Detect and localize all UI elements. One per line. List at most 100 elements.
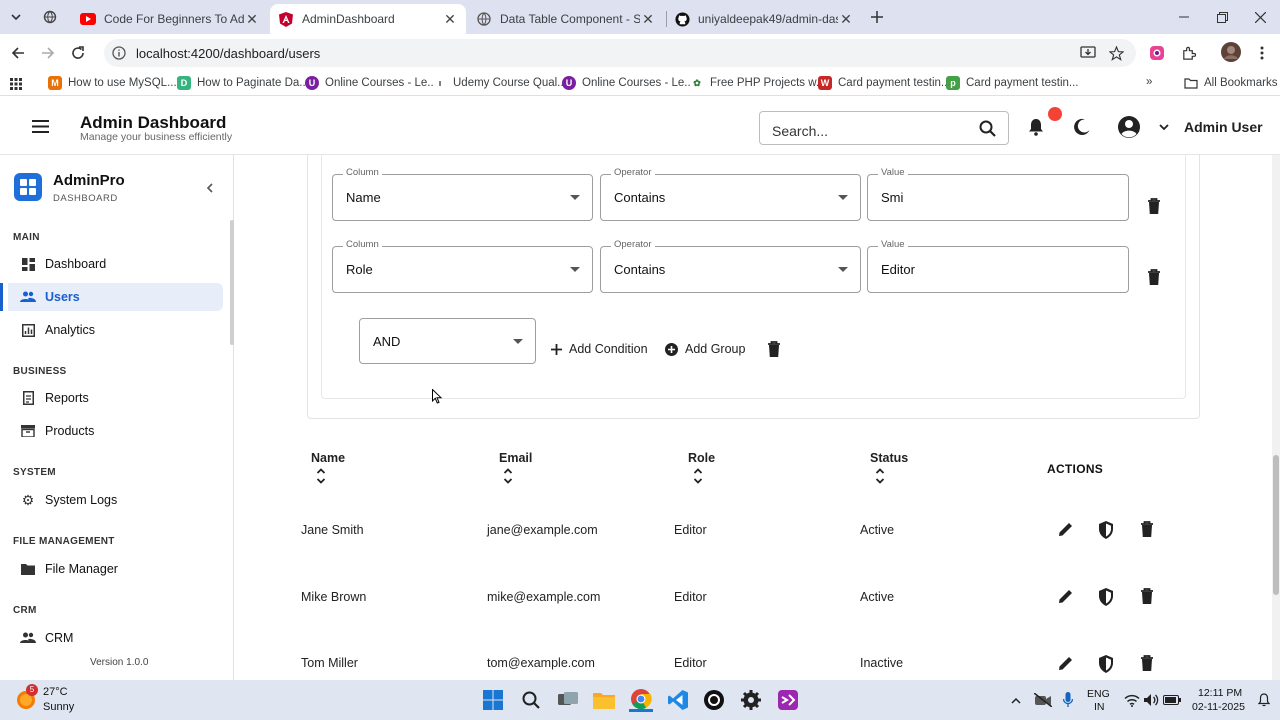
sidebar-item-dashboard[interactable]: Dashboard [8, 250, 223, 278]
chrome-icon[interactable] [629, 688, 653, 712]
install-app-icon[interactable] [1078, 43, 1098, 63]
restore-button[interactable] [1212, 7, 1232, 27]
apps-grid-icon[interactable] [6, 74, 26, 94]
sidebar-item-reports[interactable]: Reports [8, 384, 223, 412]
menu-hamburger-icon[interactable] [30, 116, 50, 136]
column-header-role[interactable]: Role [688, 451, 715, 465]
sort-icon[interactable] [503, 468, 513, 484]
operator-select[interactable]: Operator Contains [600, 167, 861, 221]
windows-start-icon[interactable] [481, 688, 505, 712]
shield-icon[interactable] [1098, 655, 1116, 673]
chevron-up-icon[interactable] [1004, 688, 1028, 712]
sidebar-item-system-logs[interactable]: ⚙ System Logs [8, 486, 223, 514]
close-icon[interactable]: ✕ [442, 11, 458, 27]
vscode-icon[interactable] [666, 688, 690, 712]
bookmark-item[interactable]: W Card payment testin... [818, 76, 951, 90]
add-condition-button[interactable]: Add Condition [551, 342, 648, 356]
clock-time[interactable]: 12:11 PM [1198, 687, 1242, 699]
close-icon[interactable]: ✕ [244, 11, 260, 27]
language-region[interactable]: IN [1094, 701, 1105, 713]
site-info-icon[interactable] [112, 46, 126, 60]
search-icon[interactable] [979, 120, 996, 137]
more-menu-icon[interactable] [1252, 43, 1272, 63]
collapse-sidebar-icon[interactable] [206, 183, 214, 193]
bookmark-item[interactable]: ✿ Free PHP Projects w... [690, 76, 825, 90]
sidebar-item-products[interactable]: Products [8, 417, 223, 445]
edit-pencil-icon[interactable] [1058, 588, 1076, 606]
meet-now-muted-icon[interactable] [1031, 688, 1055, 712]
delete-group-icon[interactable] [767, 341, 783, 359]
all-bookmarks[interactable]: All Bookmarks [1184, 76, 1278, 90]
sidebar-item-analytics[interactable]: Analytics [8, 316, 223, 344]
main-scrollbar[interactable] [1272, 155, 1280, 680]
sidebar-item-crm[interactable]: CRM [8, 624, 223, 652]
tab-youtube[interactable]: Code For Beginners To Advance ✕ [72, 4, 268, 34]
column-header-name[interactable]: Name [311, 451, 345, 465]
delete-condition-icon[interactable] [1147, 198, 1163, 216]
reload-icon[interactable] [68, 43, 88, 63]
battery-icon[interactable] [1160, 688, 1184, 712]
operator-select[interactable]: Operator Contains [600, 239, 861, 293]
bookmark-item[interactable]: U Online Courses - Le... [562, 76, 694, 90]
language-eng[interactable]: ENG [1087, 688, 1110, 700]
shield-icon[interactable] [1098, 588, 1116, 606]
logic-operator-select[interactable]: AND [359, 318, 536, 364]
new-tab-button[interactable] [867, 7, 887, 27]
scrollbar-thumb[interactable] [1273, 455, 1279, 595]
sidebar-item-file-manager[interactable]: File Manager [8, 555, 223, 583]
value-input[interactable]: Value Editor [867, 239, 1129, 293]
extension-icon[interactable] [1147, 43, 1167, 63]
visual-studio-icon[interactable] [776, 688, 800, 712]
column-select[interactable]: Column Name [332, 167, 593, 221]
profile-avatar[interactable] [1221, 42, 1241, 62]
tab-data-table[interactable]: Data Table Component - Style C ✕ [468, 4, 664, 34]
bookmark-item[interactable]: ı Udemy Course Qual... [433, 76, 567, 90]
account-circle-icon[interactable] [1117, 115, 1141, 139]
close-icon[interactable]: ✕ [838, 11, 854, 27]
column-select[interactable]: Column Role [332, 239, 593, 293]
notifications-bell-icon[interactable] [1026, 117, 1046, 137]
tab-search-icon[interactable] [6, 7, 26, 27]
minimize-button[interactable] [1174, 7, 1194, 27]
delete-condition-icon[interactable] [1147, 269, 1163, 287]
forward-arrow-icon[interactable] [38, 43, 58, 63]
column-header-status[interactable]: Status [870, 451, 908, 465]
notification-center-icon[interactable] [1252, 688, 1276, 712]
file-explorer-icon[interactable] [592, 688, 616, 712]
column-header-email[interactable]: Email [499, 451, 532, 465]
add-group-button[interactable]: Add Group [665, 342, 745, 356]
puzzle-extensions-icon[interactable] [1178, 43, 1198, 63]
bookmark-item[interactable]: U Online Courses - Le... [305, 76, 437, 90]
clock-date[interactable]: 02-11-2025 [1192, 701, 1245, 713]
close-window-button[interactable] [1250, 7, 1270, 27]
pinned-tab-icon[interactable] [40, 7, 60, 27]
sort-icon[interactable] [875, 468, 885, 484]
taskbar-search-icon[interactable] [519, 688, 543, 712]
address-bar[interactable]: localhost:4200/dashboard/users [104, 39, 1136, 67]
chevron-down-icon[interactable] [1154, 117, 1174, 137]
bookmarks-overflow-icon[interactable]: » [1146, 76, 1152, 88]
task-view-icon[interactable] [556, 688, 580, 712]
settings-gear-icon[interactable] [739, 688, 763, 712]
delete-trash-icon[interactable] [1140, 655, 1158, 673]
edit-pencil-icon[interactable] [1058, 655, 1076, 673]
bookmark-item[interactable]: D How to Paginate Da... [177, 76, 309, 90]
value-input[interactable]: Value Smi [867, 167, 1129, 221]
bookmark-item[interactable]: p Card payment testin... [946, 76, 1079, 90]
user-name[interactable]: Admin User [1184, 119, 1263, 135]
bookmark-item[interactable]: M How to use MySQL... [48, 76, 177, 90]
sort-icon[interactable] [693, 468, 703, 484]
tab-github[interactable]: uniyaldeepak49/admin-dashbo ✕ [666, 4, 862, 34]
search-input[interactable]: Search... [759, 111, 1009, 145]
tab-admindashboard[interactable]: AdminDashboard ✕ [270, 4, 466, 34]
back-arrow-icon[interactable] [8, 43, 28, 63]
shield-icon[interactable] [1098, 521, 1116, 539]
sort-icon[interactable] [316, 468, 326, 484]
github-desktop-icon[interactable] [702, 688, 726, 712]
microphone-icon[interactable] [1056, 688, 1080, 712]
dark-mode-moon-icon[interactable] [1072, 117, 1092, 137]
delete-trash-icon[interactable] [1140, 588, 1158, 606]
bookmark-star-icon[interactable] [1106, 43, 1126, 63]
sidebar-item-users[interactable]: Users [0, 283, 223, 311]
delete-trash-icon[interactable] [1140, 521, 1158, 539]
